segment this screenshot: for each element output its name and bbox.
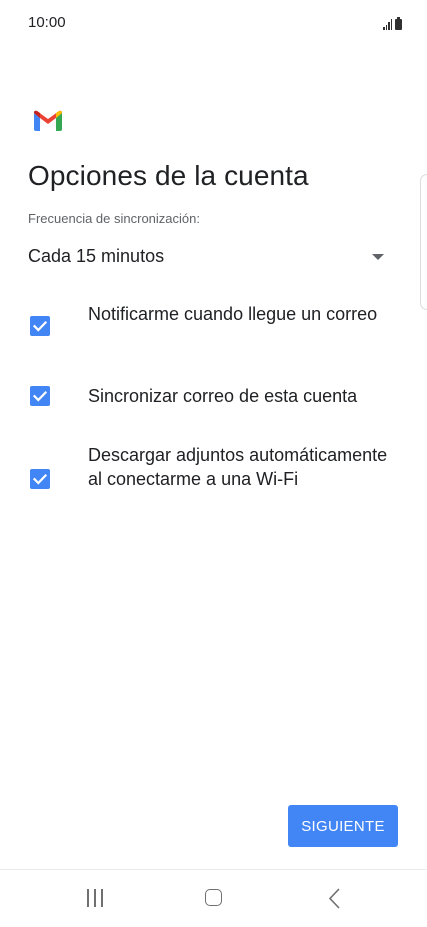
option-notify-new-mail[interactable]: Notificarme cuando llegue un correo bbox=[28, 302, 388, 350]
sync-frequency-label: Frecuencia de sincronización: bbox=[28, 211, 200, 226]
checkmark-icon bbox=[32, 390, 48, 402]
status-time: 10:00 bbox=[28, 14, 66, 31]
edge-panel-handle[interactable] bbox=[420, 174, 427, 310]
home-icon[interactable] bbox=[194, 884, 234, 914]
sync-frequency-dropdown[interactable]: Cada 15 minutos bbox=[28, 240, 390, 274]
status-bar: 10:00 bbox=[0, 0, 427, 46]
navigation-bar bbox=[0, 869, 427, 927]
sync-frequency-value: Cada 15 minutos bbox=[28, 246, 165, 266]
checkbox-sync-account-mail[interactable] bbox=[30, 386, 50, 406]
checkmark-icon bbox=[32, 473, 48, 485]
gmail-logo bbox=[34, 110, 62, 131]
status-icons bbox=[383, 14, 402, 30]
option-download-attachments-wifi[interactable]: Descargar adjuntos automáticamente al co… bbox=[28, 443, 388, 515]
checkmark-icon bbox=[32, 320, 48, 332]
next-button[interactable]: SIGUIENTE bbox=[288, 805, 398, 847]
checkbox-notify-new-mail[interactable] bbox=[30, 316, 50, 336]
signal-bars-icon bbox=[383, 19, 392, 30]
option-label: Sincronizar correo de esta cuenta bbox=[88, 386, 358, 406]
page-title: Opciones de la cuenta bbox=[28, 160, 309, 191]
option-sync-account-mail[interactable]: Sincronizar correo de esta cuenta bbox=[28, 384, 388, 408]
checkbox-download-attachments-wifi[interactable] bbox=[30, 469, 50, 489]
back-icon[interactable] bbox=[315, 884, 355, 914]
dropdown-arrow-icon bbox=[372, 254, 384, 260]
battery-icon bbox=[395, 17, 402, 30]
option-label: Notificarme cuando llegue un correo bbox=[88, 304, 378, 324]
option-label: Descargar adjuntos automáticamente al co… bbox=[88, 445, 388, 489]
recents-icon[interactable] bbox=[75, 884, 115, 914]
